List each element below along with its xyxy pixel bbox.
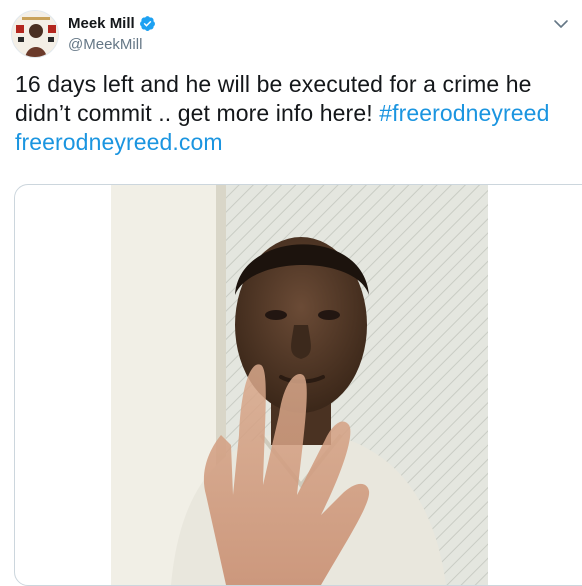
author-display-name[interactable]: Meek Mill [68, 14, 135, 33]
tweet-photo[interactable] [111, 185, 488, 585]
media-card[interactable] [14, 184, 582, 586]
avatar[interactable] [11, 10, 59, 58]
chevron-down-icon[interactable] [552, 15, 570, 33]
author-name-row[interactable]: Meek Mill [68, 14, 156, 33]
hashtag-link[interactable]: #freerodneyreed [379, 100, 549, 126]
avatar-image [12, 11, 58, 57]
verified-badge-icon [139, 16, 155, 31]
url-link[interactable]: freerodneyreed.com [15, 129, 223, 155]
tweet-text: 16 days left and he will be executed for… [15, 70, 571, 157]
author-handle[interactable]: @MeekMill [68, 35, 142, 54]
